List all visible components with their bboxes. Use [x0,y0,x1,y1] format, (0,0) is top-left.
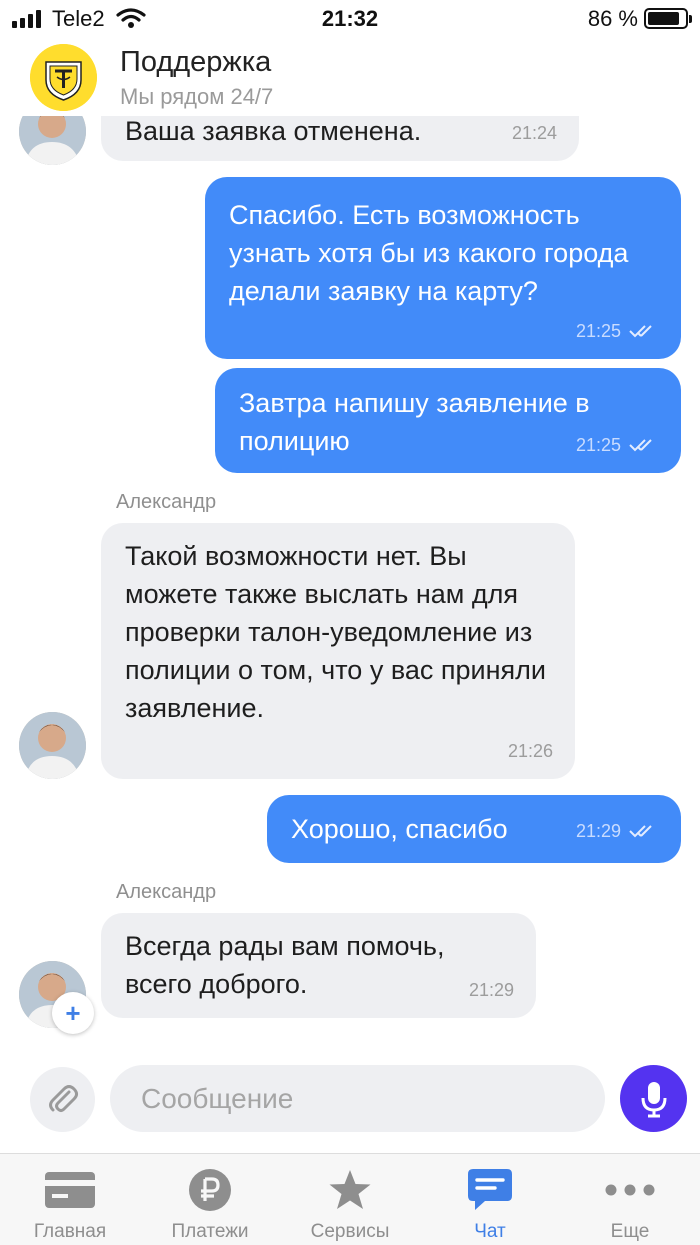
message-text: Спасибо. Есть возможность узнать хотя бы… [229,200,629,306]
tab-services[interactable]: Сервисы [280,1154,420,1245]
incoming-message[interactable]: Ваша заявка отменена. 21:24 [101,116,579,161]
message-text: Ваша заявка отменена. [125,116,422,146]
chat-subtitle: Мы рядом 24/7 [120,84,274,109]
message-time: 21:24 [511,123,557,143]
incoming-message[interactable]: Такой возможности нет. Вы можете также в… [101,523,575,779]
tab-home[interactable]: Главная [0,1154,140,1245]
operator-avatar[interactable] [19,712,86,779]
tab-more[interactable]: Еще [560,1154,700,1245]
microphone-button[interactable] [620,1065,687,1132]
tab-label: Платежи [171,1221,249,1242]
microphone-icon [641,1081,666,1117]
message-time: 21:29 [468,980,514,1000]
bank-logo[interactable] [30,44,97,111]
paperclip-icon [48,1084,78,1112]
more-icon [605,1184,655,1196]
tab-label: Еще [610,1221,650,1242]
read-receipt-icon [629,439,652,452]
tab-label: Чат [474,1221,506,1242]
read-receipt-icon [629,325,652,338]
add-icon[interactable]: + [52,992,94,1034]
card-icon [45,1172,95,1208]
tab-label: Главная [33,1221,107,1242]
sender-name: Александр [116,491,217,513]
message-time: 21:25 [575,321,621,341]
incoming-message[interactable]: Всегда рады вам помочь, всего доброго. 2… [101,913,536,1018]
chat-icon [468,1169,512,1210]
message-text: Такой возможности нет. Вы можете также в… [125,541,546,723]
sender-name: Александр [116,881,217,903]
message-list[interactable]: Ваша заявка отменена. 21:24 Спасибо. Ест… [0,116,700,1050]
star-icon [329,1170,371,1209]
composer [0,1050,700,1150]
outgoing-message[interactable]: Спасибо. Есть возможность узнать хотя бы… [205,177,681,359]
outgoing-message[interactable]: Завтра напишу заявление в полицию 21:25 [215,368,681,473]
shield-emblem-icon [30,44,97,111]
message-time: 21:29 [575,821,621,841]
read-receipt-icon [629,825,652,838]
tab-chat[interactable]: Чат [420,1154,560,1245]
ruble-icon [189,1169,231,1211]
message-text: Всегда рады вам помочь, всего доброго. [125,931,445,999]
message-time: 21:25 [575,435,621,455]
battery-percent: 86 % [587,6,638,31]
battery-icon [644,8,692,29]
status-bar: Tele2 21:32 86 % [0,0,700,40]
tab-payments[interactable]: Платежи [140,1154,280,1245]
chat-title: Поддержка [120,46,272,78]
message-input[interactable] [110,1065,605,1132]
attach-button[interactable] [30,1067,95,1132]
operator-avatar[interactable] [19,116,86,165]
tab-label: Сервисы [310,1221,390,1242]
chat-header: Поддержка Мы рядом 24/7 [0,40,700,116]
message-time: 21:26 [507,741,553,761]
outgoing-message[interactable]: Хорошо, спасибо 21:29 [267,795,681,863]
tab-bar: Главная Платежи Сервисы Чат Еще [0,1153,700,1245]
